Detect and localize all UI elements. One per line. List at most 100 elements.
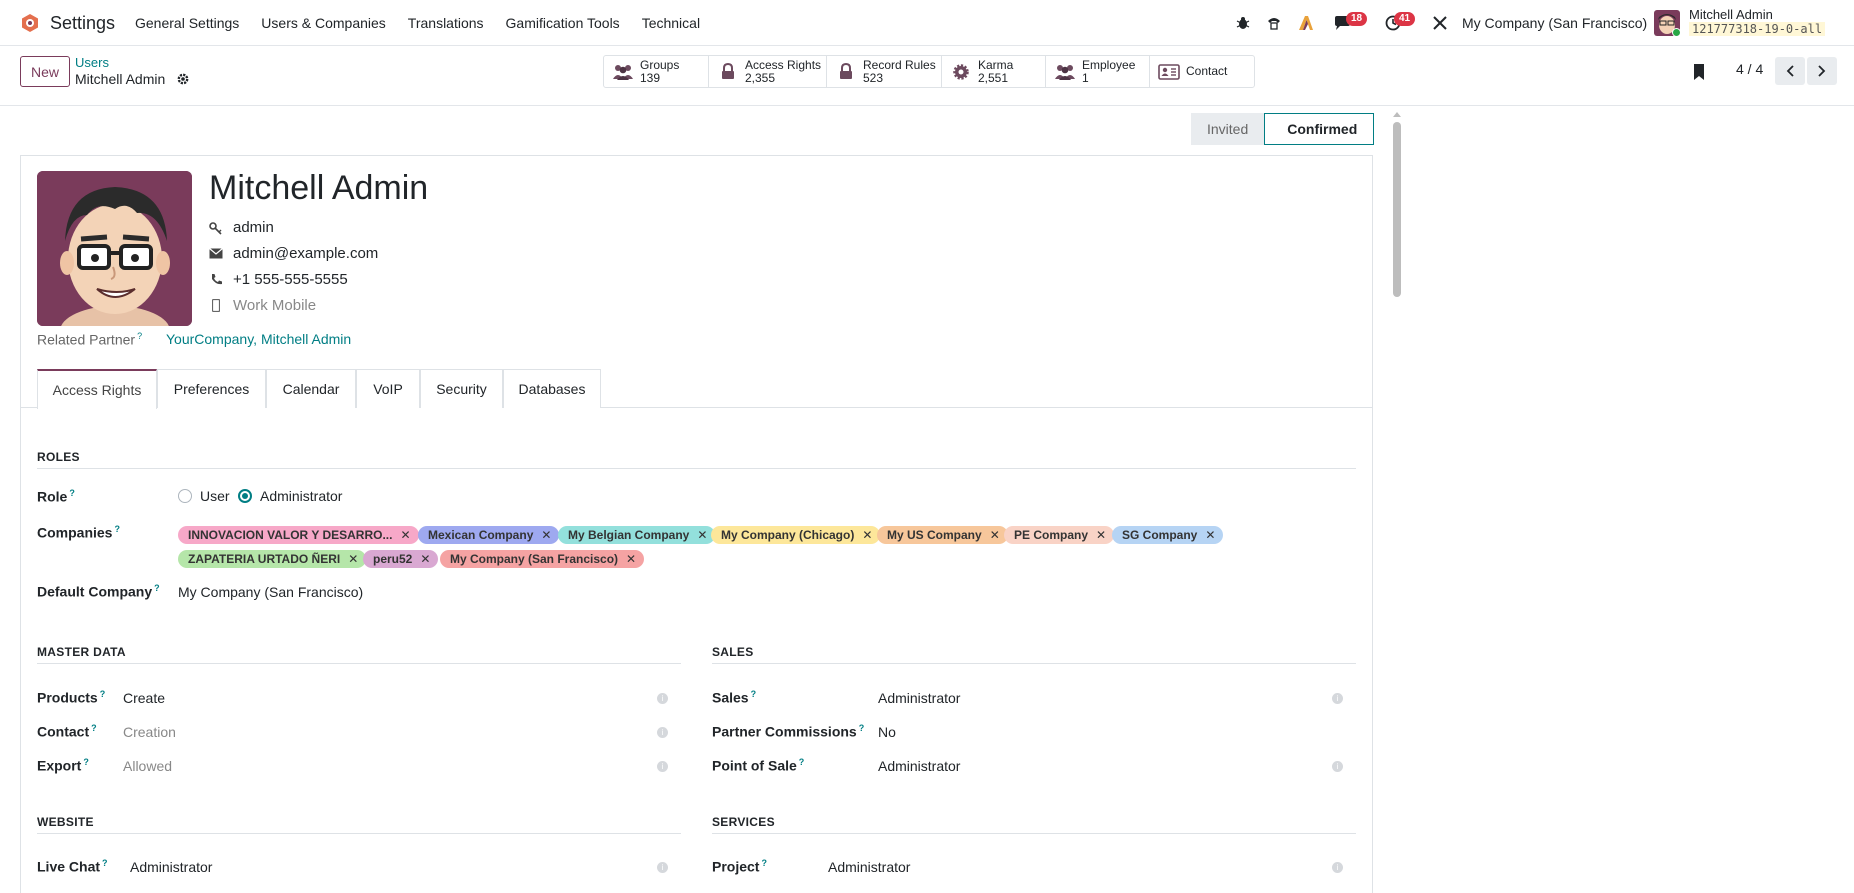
- help-icon[interactable]: ?: [83, 757, 89, 767]
- tab-access-rights[interactable]: Access Rights: [37, 369, 157, 409]
- bookmark-icon[interactable]: [1692, 63, 1706, 81]
- smart-button-contact[interactable]: Contact: [1150, 56, 1254, 87]
- tab-calendar[interactable]: Calendar: [266, 369, 356, 408]
- menu-general-settings[interactable]: General Settings: [135, 15, 239, 31]
- company-tag-label: My Company (San Francisco): [450, 552, 619, 566]
- mobile-input[interactable]: Work Mobile: [233, 297, 316, 314]
- login-value[interactable]: admin: [233, 219, 274, 236]
- point-of-sale-value[interactable]: Administrator: [878, 758, 960, 774]
- company-tag[interactable]: My Belgian Company ✕: [558, 526, 716, 544]
- company-tag[interactable]: ZAPATERIA URTADO ÑERI ✕: [178, 550, 367, 568]
- help-icon[interactable]: ?: [114, 524, 120, 534]
- remove-tag-icon[interactable]: ✕: [420, 552, 430, 566]
- company-tag[interactable]: My US Company ✕: [877, 526, 1008, 544]
- help-icon[interactable]: ?: [154, 583, 160, 593]
- remove-tag-icon[interactable]: ✕: [348, 552, 358, 566]
- scroll-up-arrow-icon[interactable]: [1392, 110, 1402, 118]
- menu-translations[interactable]: Translations: [408, 15, 484, 31]
- breadcrumb-users-link[interactable]: Users: [75, 55, 109, 70]
- help-icon[interactable]: ?: [91, 723, 97, 733]
- app-name[interactable]: Settings: [50, 13, 115, 34]
- remove-tag-icon[interactable]: ✕: [626, 552, 636, 566]
- info-icon[interactable]: i: [1332, 862, 1343, 873]
- company-switcher[interactable]: My Company (San Francisco): [1462, 15, 1647, 31]
- company-tag[interactable]: SG Company ✕: [1112, 526, 1224, 544]
- info-icon[interactable]: i: [1332, 693, 1343, 704]
- help-icon[interactable]: ?: [69, 488, 75, 498]
- field-label-text: Contact: [37, 723, 90, 740]
- remove-tag-icon[interactable]: ✕: [862, 528, 872, 542]
- tab-databases[interactable]: Databases: [503, 369, 601, 408]
- help-icon[interactable]: ?: [799, 757, 805, 767]
- help-icon[interactable]: ?: [859, 723, 865, 733]
- contact-value[interactable]: Creation: [123, 724, 176, 740]
- info-icon[interactable]: i: [657, 761, 668, 772]
- radio-button[interactable]: [178, 489, 192, 503]
- gear-icon[interactable]: [176, 72, 190, 86]
- remove-tag-icon[interactable]: ✕: [541, 528, 551, 542]
- help-icon[interactable]: ?: [102, 858, 108, 868]
- pager-next-button[interactable]: [1807, 57, 1837, 85]
- pager-value[interactable]: 4 / 4: [1736, 61, 1763, 77]
- bug-icon[interactable]: [1234, 14, 1252, 32]
- role-option-administrator[interactable]: Administrator: [238, 488, 342, 504]
- help-icon[interactable]: ?: [137, 331, 142, 341]
- remove-tag-icon[interactable]: ✕: [1096, 528, 1106, 542]
- role-option-user[interactable]: User: [178, 488, 230, 504]
- menu-gamification-tools[interactable]: Gamification Tools: [506, 15, 620, 31]
- radio-button-checked[interactable]: [238, 489, 252, 503]
- help-icon[interactable]: ?: [100, 689, 106, 699]
- field-label-text: Sales: [712, 689, 749, 706]
- export-value[interactable]: Allowed: [123, 758, 172, 774]
- project-value[interactable]: Administrator: [828, 859, 910, 875]
- remove-tag-icon[interactable]: ✕: [1205, 528, 1215, 542]
- status-confirmed[interactable]: Confirmed: [1264, 113, 1375, 145]
- smart-button-karma[interactable]: Karma 2,551: [942, 56, 1046, 87]
- company-tag-label: PE Company: [1014, 528, 1089, 542]
- menu-users-companies[interactable]: Users & Companies: [261, 15, 386, 31]
- company-tag[interactable]: My Company (Chicago) ✕: [711, 526, 881, 544]
- user-photo[interactable]: [37, 171, 192, 326]
- phone-value[interactable]: +1 555-555-5555: [233, 271, 348, 288]
- user-name[interactable]: Mitchell Admin: [1689, 7, 1773, 22]
- ai-icon[interactable]: [1297, 14, 1315, 32]
- products-value[interactable]: Create: [123, 690, 165, 706]
- smart-button-access-rights[interactable]: Access Rights 2,355: [709, 56, 827, 87]
- related-partner-link[interactable]: YourCompany, Mitchell Admin: [166, 331, 351, 347]
- scrollbar-thumb[interactable]: [1393, 122, 1401, 297]
- partner-commissions-value[interactable]: No: [878, 724, 896, 740]
- status-invited[interactable]: Invited: [1191, 113, 1265, 145]
- odoo-logo-icon[interactable]: [20, 13, 40, 33]
- help-icon[interactable]: ?: [761, 858, 767, 868]
- pager-previous-button[interactable]: [1775, 57, 1805, 85]
- company-tag[interactable]: INNOVACION VALOR Y DESARRO... ✕: [178, 526, 419, 544]
- tools-icon[interactable]: [1431, 14, 1449, 32]
- smart-button-groups[interactable]: Groups 139: [604, 56, 709, 87]
- company-tag[interactable]: PE Company ✕: [1004, 526, 1115, 544]
- company-tag[interactable]: My Company (San Francisco) ✕: [440, 550, 645, 568]
- smart-button-record-rules[interactable]: Record Rules 523: [827, 56, 942, 87]
- smart-value: 139: [640, 70, 661, 85]
- tab-voip[interactable]: VoIP: [356, 369, 420, 408]
- sales-value[interactable]: Administrator: [878, 690, 960, 706]
- email-value[interactable]: admin@example.com: [233, 245, 378, 262]
- info-icon[interactable]: i: [657, 727, 668, 738]
- default-company-value[interactable]: My Company (San Francisco): [178, 584, 363, 600]
- smart-button-employee[interactable]: Employee 1: [1046, 56, 1150, 87]
- live-chat-value[interactable]: Administrator: [130, 859, 212, 875]
- info-icon[interactable]: i: [657, 862, 668, 873]
- info-icon[interactable]: i: [657, 693, 668, 704]
- tab-security[interactable]: Security: [420, 369, 503, 408]
- phone-icon[interactable]: [1265, 14, 1283, 32]
- company-tag[interactable]: Mexican Company ✕: [418, 526, 560, 544]
- help-icon[interactable]: ?: [751, 689, 757, 699]
- new-button[interactable]: New: [20, 56, 70, 87]
- record-name[interactable]: Mitchell Admin: [209, 169, 428, 208]
- tab-preferences[interactable]: Preferences: [157, 369, 266, 408]
- menu-technical[interactable]: Technical: [642, 15, 700, 31]
- info-icon[interactable]: i: [1332, 761, 1343, 772]
- remove-tag-icon[interactable]: ✕: [697, 528, 707, 542]
- company-tag[interactable]: peru52 ✕: [363, 550, 439, 568]
- remove-tag-icon[interactable]: ✕: [990, 528, 1000, 542]
- remove-tag-icon[interactable]: ✕: [400, 528, 410, 542]
